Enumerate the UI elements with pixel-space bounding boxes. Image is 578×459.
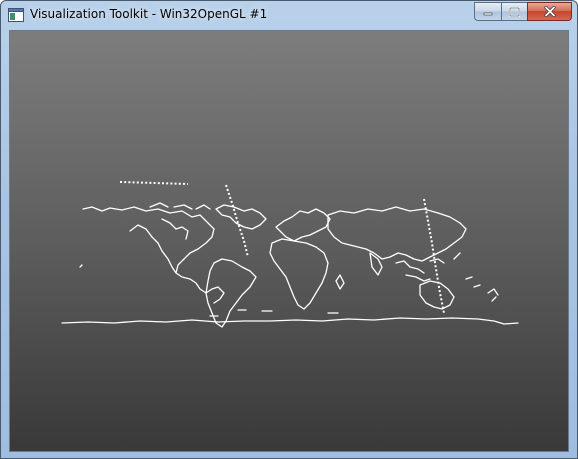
- australia-coastline: [419, 280, 455, 310]
- south-america-coastline: [205, 258, 257, 328]
- maximize-icon: [509, 6, 520, 17]
- southeast-asia-islands: [395, 252, 461, 282]
- caption-buttons: [474, 2, 572, 21]
- window-app-icon: [8, 8, 24, 22]
- close-button[interactable]: [527, 2, 572, 21]
- application-window: Visualization Toolkit - Win32OpenGL #1: [0, 0, 578, 459]
- asia-coastline: [327, 206, 467, 262]
- india-coastline: [369, 252, 383, 276]
- minimize-icon: [483, 12, 493, 15]
- north-america-coastline: [82, 206, 225, 304]
- render-viewport[interactable]: [9, 30, 569, 452]
- maximize-button[interactable]: [501, 2, 527, 21]
- close-icon: [543, 6, 556, 17]
- window-title: Visualization Toolkit - Win32OpenGL #1: [30, 7, 268, 21]
- greenland-coastline: [215, 204, 267, 230]
- arctic-islands-dots: [119, 181, 189, 185]
- europe-coastline: [275, 208, 331, 242]
- antarctica-coastline: [61, 317, 519, 325]
- africa-coastline: [269, 238, 345, 310]
- meridian-line-atlantic: [225, 184, 249, 258]
- title-bar[interactable]: Visualization Toolkit - Win32OpenGL #1: [1, 1, 577, 29]
- minimize-button[interactable]: [474, 2, 501, 21]
- new-zealand-coastline: [487, 288, 499, 302]
- world-map-render: [61, 181, 519, 328]
- arctic-islands: [149, 202, 211, 210]
- meridian-line-pacific: [423, 198, 445, 314]
